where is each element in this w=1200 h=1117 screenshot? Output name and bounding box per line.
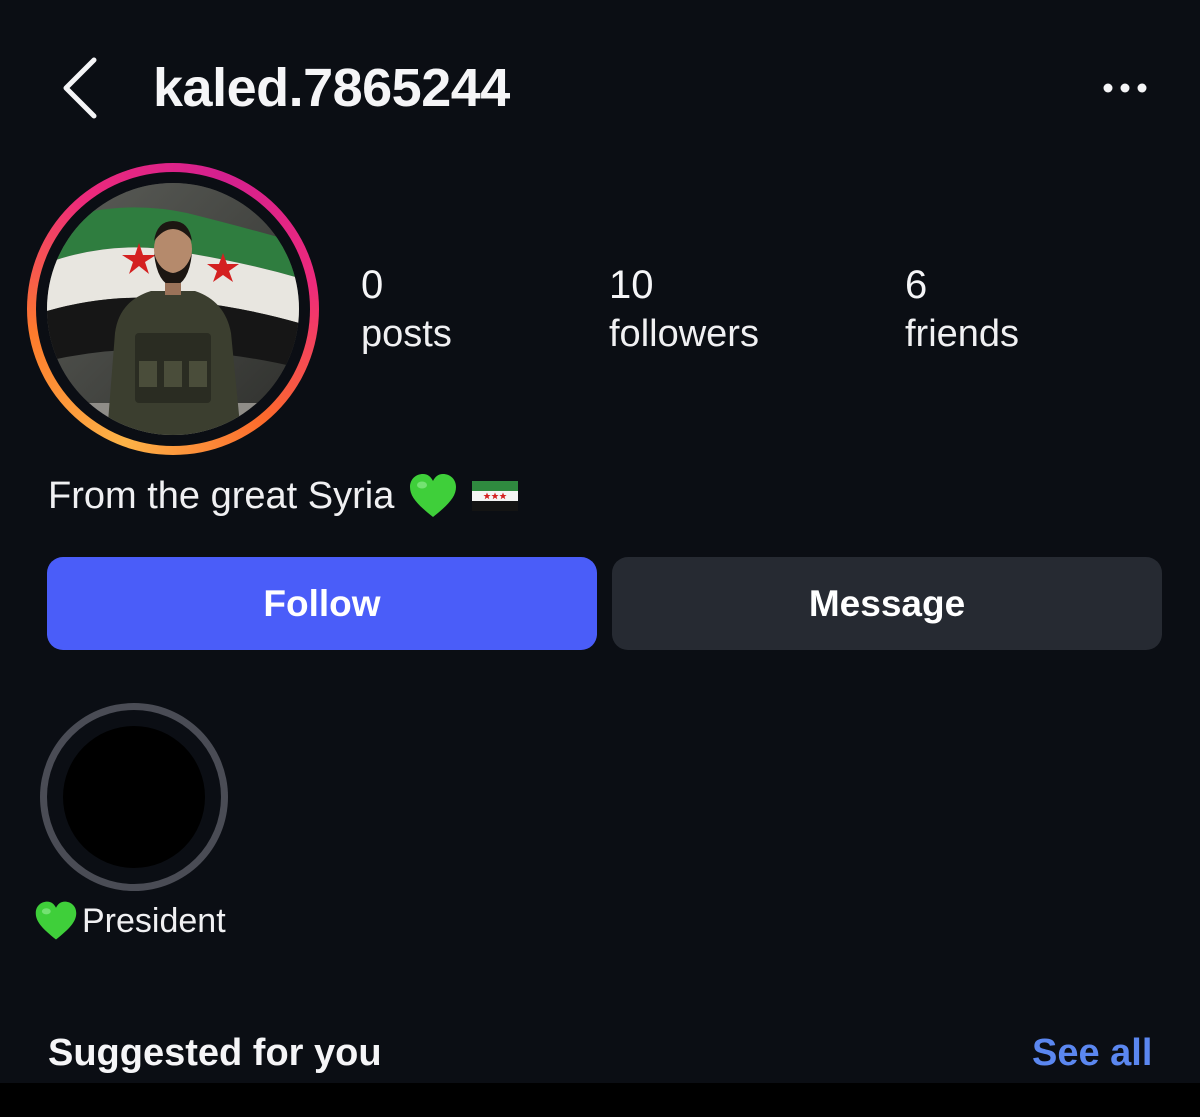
more-horizontal-icon [1103, 83, 1147, 93]
story-highlight-president[interactable] [40, 703, 228, 891]
stat-posts-value: 0 [361, 263, 384, 307]
bio-text: From the great Syria [48, 474, 395, 517]
green-heart-icon [410, 474, 457, 517]
highlight-label: President [82, 901, 226, 940]
more-options-button[interactable] [1096, 72, 1160, 104]
avatar-photo-image [47, 183, 299, 435]
stat-friends-value: 6 [905, 263, 928, 307]
highlight-label-row: President [34, 898, 226, 944]
bottom-edge [0, 1083, 1200, 1117]
message-button[interactable]: Message [612, 557, 1162, 650]
stat-friends-label: friends [905, 313, 1020, 355]
profile-username: kaled.7865244 [153, 58, 510, 118]
follow-button[interactable]: Follow [47, 557, 597, 650]
stat-friends[interactable]: 6 friends [905, 262, 1019, 360]
profile-screen: kaled.7865244 0 posts 10 followers 6 fri… [0, 0, 1200, 1083]
profile-bio: From the great Syria [48, 470, 519, 522]
syrian-revolution-flag-icon [472, 481, 519, 511]
highlight-ring-gap [47, 710, 221, 884]
stat-followers-label: followers [609, 313, 759, 355]
green-heart-icon [35, 901, 77, 940]
highlight-cover [63, 726, 205, 868]
stat-followers-value: 10 [609, 263, 654, 307]
stat-followers[interactable]: 10 followers [609, 262, 759, 360]
avatar [47, 183, 299, 435]
back-button[interactable] [58, 56, 106, 120]
stat-posts-label: posts [361, 313, 452, 355]
chevron-left-icon [63, 57, 97, 119]
avatar-ring-gap [36, 172, 310, 446]
see-all-link[interactable]: See all [1032, 1029, 1152, 1077]
avatar-story-ring[interactable] [27, 163, 319, 455]
suggested-for-you-heading: Suggested for you [48, 1032, 382, 1074]
stat-posts: 0 posts [361, 262, 452, 360]
